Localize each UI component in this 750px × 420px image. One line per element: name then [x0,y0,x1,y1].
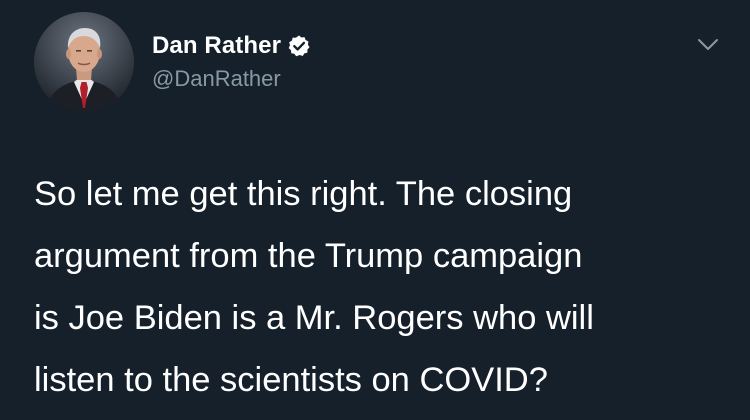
tweet-text: So let me get this right. The closing ar… [34,163,734,411]
profile-photo-icon [34,12,134,112]
tweet-text-line: is Joe Biden is a Mr. Rogers who will [34,299,594,337]
tweet-text-line: So let me get this right. The closing [34,175,573,213]
avatar[interactable] [34,12,134,112]
author-handle[interactable]: @DanRather [152,66,281,92]
chevron-down-icon[interactable] [694,30,722,58]
tweet-text-line: argument from the Trump campaign [34,237,583,275]
display-name[interactable]: Dan Rather [152,32,281,60]
tweet-text-line: listen to the scientists on COVID? [34,361,548,399]
verified-badge-icon [287,34,311,58]
author-name-row[interactable]: Dan Rather [152,30,311,62]
tweet-card: Dan Rather @DanRather So let me get this… [0,0,750,420]
